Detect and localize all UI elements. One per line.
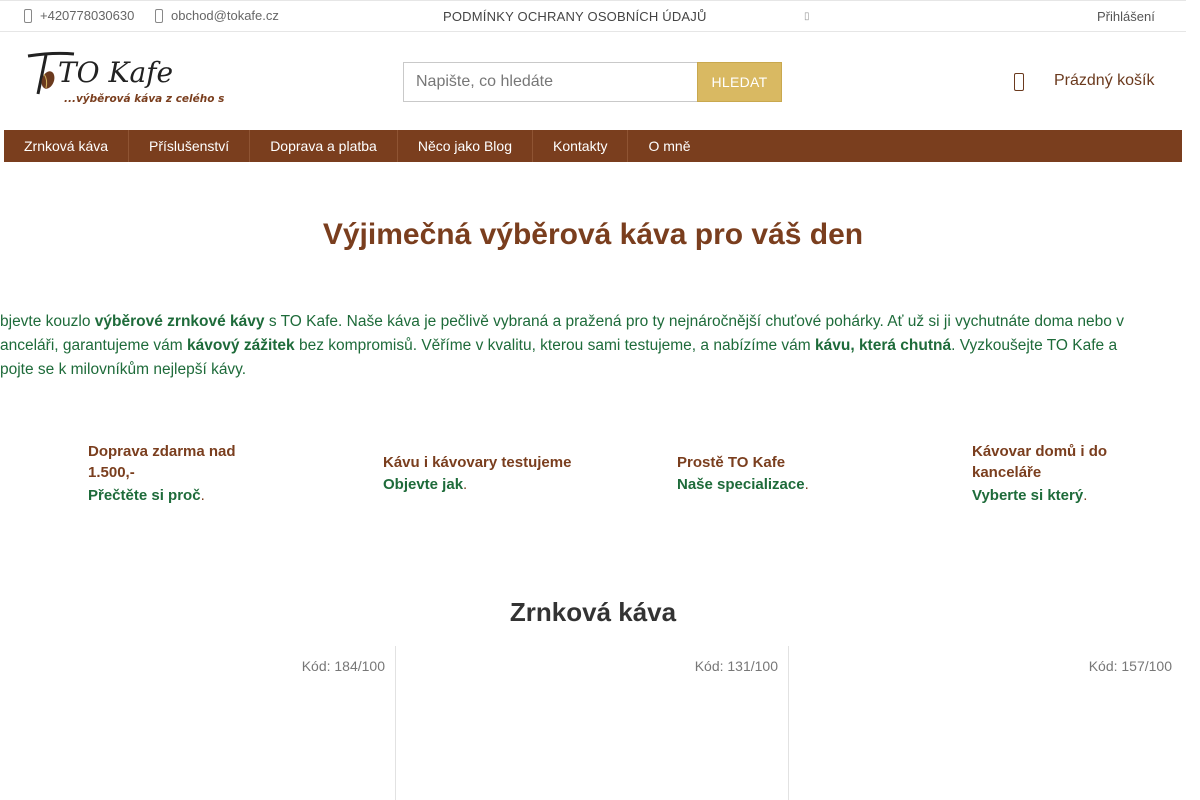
benefit-suffix: . <box>804 476 809 493</box>
main-navigation: Zrnková káva Příslušenství Doprava a pla… <box>4 130 1182 162</box>
cart-label[interactable]: Prázdný košík <box>1054 72 1154 90</box>
intro-text-segment: . Vyzkoušejte TO Kafe a <box>951 337 1118 354</box>
product-card[interactable]: Kód: 157/100 <box>789 646 1182 800</box>
product-code: Kód: 184/100 <box>301 658 385 674</box>
phone-icon <box>24 8 32 23</box>
benefit-title: 1.500,- <box>88 464 135 481</box>
product-grid: Kód: 184/100 Kód: 131/100 Kód: 157/100 <box>0 646 1186 800</box>
benefit-link[interactable]: Vyberte si který <box>972 487 1083 504</box>
search-button[interactable]: HLEDAT <box>697 62 782 102</box>
top-bar: +420778030630 obchod@tokafe.cz PODMÍNKY … <box>0 0 1186 32</box>
benefit-suffix: . <box>1083 487 1088 504</box>
benefit-title: kanceláře <box>972 464 1042 481</box>
intro-line: bjevte kouzlo výběrové zrnkové kávy s TO… <box>0 310 1124 334</box>
product-code: Kód: 131/100 <box>694 658 778 674</box>
nav-item-o-mne[interactable]: O mně <box>628 130 710 162</box>
nav-item-prislusenstvi[interactable]: Příslušenství <box>129 130 251 162</box>
email-contact[interactable]: obchod@tokafe.cz <box>155 8 279 23</box>
benefit-link[interactable]: Naše specializace <box>677 476 805 493</box>
benefit-title: Prostě TO Kafe <box>677 454 786 471</box>
nav-item-zrnkova-kava[interactable]: Zrnková káva <box>4 130 130 162</box>
intro-text-segment: s TO Kafe. Naše káva je pečlivě vybraná … <box>264 313 1124 330</box>
phone-contact[interactable]: +420778030630 <box>24 8 134 23</box>
benefit-title: Doprava zdarma nad <box>88 443 236 460</box>
intro-text-segment: anceláři, garantujeme vám <box>0 337 187 354</box>
login-link[interactable]: Přihlášení <box>1097 9 1155 24</box>
logo-text: TO Kafe <box>58 56 173 89</box>
benefit-testing: Kávu i kávovary testujeme Objevte jak. <box>383 452 623 495</box>
privacy-policy-link[interactable]: PODMÍNKY OCHRANY OSOBNÍCH ÚDAJŮ <box>443 9 707 24</box>
section-title: Zrnková káva <box>509 597 677 627</box>
intro-highlight: kávu, která chutná <box>815 337 952 354</box>
cart-icon[interactable] <box>1014 73 1024 91</box>
site-logo[interactable]: TO Kafe ...výběrová káva z celého světa <box>24 50 224 110</box>
mail-icon <box>155 8 163 23</box>
benefit-title: Kávu i kávovary testujeme <box>383 454 572 471</box>
benefit-title: Kávovar domů i do <box>972 443 1108 460</box>
nav-item-blog[interactable]: Něco jako Blog <box>398 130 533 162</box>
benefit-link[interactable]: Objevte jak <box>383 476 463 493</box>
benefit-link[interactable]: Přečtěte si proč <box>88 487 201 504</box>
intro-highlight: kávový zážitek <box>186 337 295 354</box>
logo-tagline: ...výběrová káva z celého světa <box>64 93 224 105</box>
product-code: Kód: 157/100 <box>1088 658 1172 674</box>
benefit-coffee-machines: Kávovar domů i do kanceláře Vyberte si k… <box>972 441 1172 506</box>
cart[interactable]: Prázdný košík <box>1014 70 1154 91</box>
benefit-suffix: . <box>463 476 468 493</box>
benefit-free-shipping: Doprava zdarma nad 1.500,- Přečtěte si p… <box>88 441 288 506</box>
product-card[interactable]: Kód: 131/100 <box>396 646 788 800</box>
search-input[interactable] <box>403 62 698 102</box>
page-title: Výjimečná výběrová káva pro váš den <box>322 218 864 251</box>
unknown-icon[interactable]: ▯ <box>804 11 810 22</box>
intro-text-segment: bez kompromisů. Věříme v kvalitu, kterou… <box>294 337 815 354</box>
nav-item-doprava-a-platba[interactable]: Doprava a platba <box>250 130 398 162</box>
intro-text-segment: bjevte kouzlo <box>0 313 95 330</box>
phone-number[interactable]: +420778030630 <box>40 8 134 23</box>
nav-item-kontakty[interactable]: Kontakty <box>533 130 629 162</box>
intro-line: pojte se k milovníkům nejlepší kávy. <box>0 361 247 378</box>
intro-highlight: výběrové zrnkové kávy <box>94 313 265 330</box>
email-address[interactable]: obchod@tokafe.cz <box>171 8 279 23</box>
benefit-specialization: Prostě TO Kafe Naše specializace. <box>677 452 897 495</box>
product-card[interactable]: Kód: 184/100 <box>0 646 395 800</box>
intro-line: anceláři, garantujeme vám kávový zážitek… <box>0 334 1117 358</box>
benefit-suffix: . <box>200 487 205 504</box>
